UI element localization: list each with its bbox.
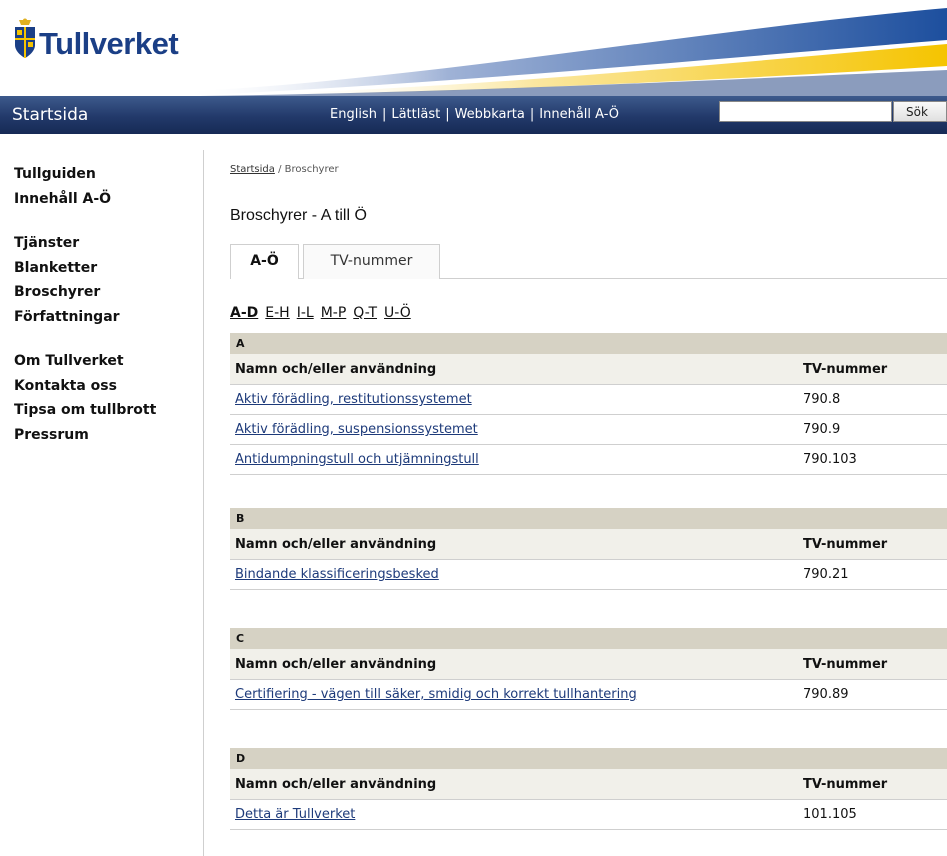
tab-a-o[interactable]: A-Ö	[230, 244, 299, 280]
sidebar-item-forfattningar[interactable]: Författningar	[14, 305, 194, 330]
letter-link-i-l[interactable]: I-L	[297, 305, 314, 321]
sidebar-item-innehall[interactable]: Innehåll A-Ö	[14, 187, 194, 212]
tv-number: 101.105	[803, 807, 857, 822]
column-header-name: Namn och/eller användning	[235, 777, 437, 792]
section-header: D	[230, 748, 947, 769]
column-header-name: Namn och/eller användning	[235, 362, 437, 377]
letter-link-a-d[interactable]: A-D	[230, 305, 258, 321]
lattlast-link[interactable]: Lättläst	[391, 107, 440, 122]
breadcrumb-home-link[interactable]: Startsida	[230, 164, 275, 175]
letter-range-nav: A-D E-H I-L M-P Q-T U-Ö	[230, 305, 418, 321]
section-b: B Namn och/eller användning TV-nummer Bi…	[230, 508, 947, 590]
top-links: English | Lättläst | Webbkarta | Innehåll A-Ö	[330, 107, 619, 122]
brochure-link[interactable]: Aktiv förädling, suspensionssystemet	[235, 422, 478, 437]
search-button[interactable]: Sök	[893, 101, 947, 122]
tv-number: 790.9	[803, 422, 841, 437]
table-row: Antidumpningstull och utjämningstull 790…	[230, 445, 947, 475]
table-row: Aktiv förädling, suspensionssystemet 790…	[230, 415, 947, 445]
sidebar-item-tjanster[interactable]: Tjänster	[14, 231, 194, 256]
sidebar-item-blanketter[interactable]: Blanketter	[14, 256, 194, 281]
innehall-link[interactable]: Innehåll A-Ö	[539, 107, 619, 122]
brochure-link[interactable]: Aktiv förädling, restitutionssystemet	[235, 392, 472, 407]
breadcrumb-current: Broschyrer	[284, 164, 339, 175]
section-header: A	[230, 333, 947, 354]
letter-link-u-o[interactable]: U-Ö	[384, 305, 411, 321]
english-link[interactable]: English	[330, 107, 377, 122]
tv-number: 790.21	[803, 567, 849, 582]
tv-number: 790.89	[803, 687, 849, 702]
section-a: A Namn och/eller användning TV-nummer Ak…	[230, 333, 947, 475]
search-input[interactable]	[719, 101, 892, 122]
sidebar-group: Tullguiden Innehåll A-Ö	[14, 162, 194, 211]
sidebar-group: Tjänster Blanketter Broschyrer Författni…	[14, 231, 194, 329]
tab-tv-nummer[interactable]: TV-nummer	[303, 244, 440, 279]
brochure-link[interactable]: Certifiering - vägen till säker, smidig …	[235, 687, 637, 702]
sidebar: Tullguiden Innehåll A-Ö Tjänster Blanket…	[14, 162, 194, 467]
sidebar-item-om-tullverket[interactable]: Om Tullverket	[14, 349, 194, 374]
section-header: C	[230, 628, 947, 649]
table-row: Bindande klassificeringsbesked 790.21	[230, 560, 947, 590]
section-header: B	[230, 508, 947, 529]
page-title: Broschyrer - A till Ö	[230, 207, 367, 224]
section-c: C Namn och/eller användning TV-nummer Ce…	[230, 628, 947, 710]
separator: |	[529, 107, 535, 122]
column-header-row: Namn och/eller användning TV-nummer	[230, 769, 947, 800]
coat-of-arms-icon	[15, 18, 35, 58]
brochure-link[interactable]: Detta är Tullverket	[235, 807, 355, 822]
site-header: Tullverket	[0, 0, 947, 96]
column-header-number: TV-nummer	[803, 777, 888, 792]
column-header-row: Namn och/eller användning TV-nummer	[230, 354, 947, 385]
column-header-name: Namn och/eller användning	[235, 657, 437, 672]
separator: |	[381, 107, 387, 122]
table-row: Certifiering - vägen till säker, smidig …	[230, 680, 947, 710]
sidebar-item-kontakta-oss[interactable]: Kontakta oss	[14, 374, 194, 399]
startsida-link[interactable]: Startsida	[12, 105, 88, 125]
column-header-row: Namn och/eller användning TV-nummer	[230, 649, 947, 680]
separator: |	[445, 107, 450, 122]
table-row: Detta är Tullverket 101.105	[230, 800, 947, 830]
column-header-row: Namn och/eller användning TV-nummer	[230, 529, 947, 560]
site-logo[interactable]: Tullverket	[12, 18, 179, 61]
sidebar-item-broschyrer[interactable]: Broschyrer	[14, 280, 194, 305]
sidebar-group: Om Tullverket Kontakta oss Tipsa om tull…	[14, 349, 194, 447]
column-header-number: TV-nummer	[803, 537, 888, 552]
sidebar-item-tullguiden[interactable]: Tullguiden	[14, 162, 194, 187]
column-header-name: Namn och/eller användning	[235, 537, 437, 552]
breadcrumb: Startsida / Broschyrer	[230, 164, 339, 175]
logo-text: Tullverket	[39, 26, 179, 61]
webbkarta-link[interactable]: Webbkarta	[455, 107, 525, 122]
letter-link-m-p[interactable]: M-P	[321, 305, 347, 321]
brochure-link[interactable]: Antidumpningstull och utjämningstull	[235, 452, 479, 467]
tab-bar: A-Ö TV-nummer	[230, 244, 947, 280]
sidebar-item-tipsa[interactable]: Tipsa om tullbrott	[14, 398, 194, 423]
column-header-number: TV-nummer	[803, 362, 888, 377]
tv-number: 790.8	[803, 392, 841, 407]
table-row: Aktiv förädling, restitutionssystemet 79…	[230, 385, 947, 415]
letter-link-q-t[interactable]: Q-T	[353, 305, 377, 321]
brochure-link[interactable]: Bindande klassificeringsbesked	[235, 567, 439, 582]
sidebar-divider	[203, 150, 204, 856]
sidebar-item-pressrum[interactable]: Pressrum	[14, 423, 194, 448]
tv-number: 790.103	[803, 452, 857, 467]
section-d: D Namn och/eller användning TV-nummer De…	[230, 748, 947, 830]
breadcrumb-separator: /	[274, 164, 285, 175]
top-navbar: Startsida English | Lättläst | Webbkarta | Inn…	[0, 96, 947, 134]
letter-link-e-h[interactable]: E-H	[265, 305, 289, 321]
column-header-number: TV-nummer	[803, 657, 888, 672]
